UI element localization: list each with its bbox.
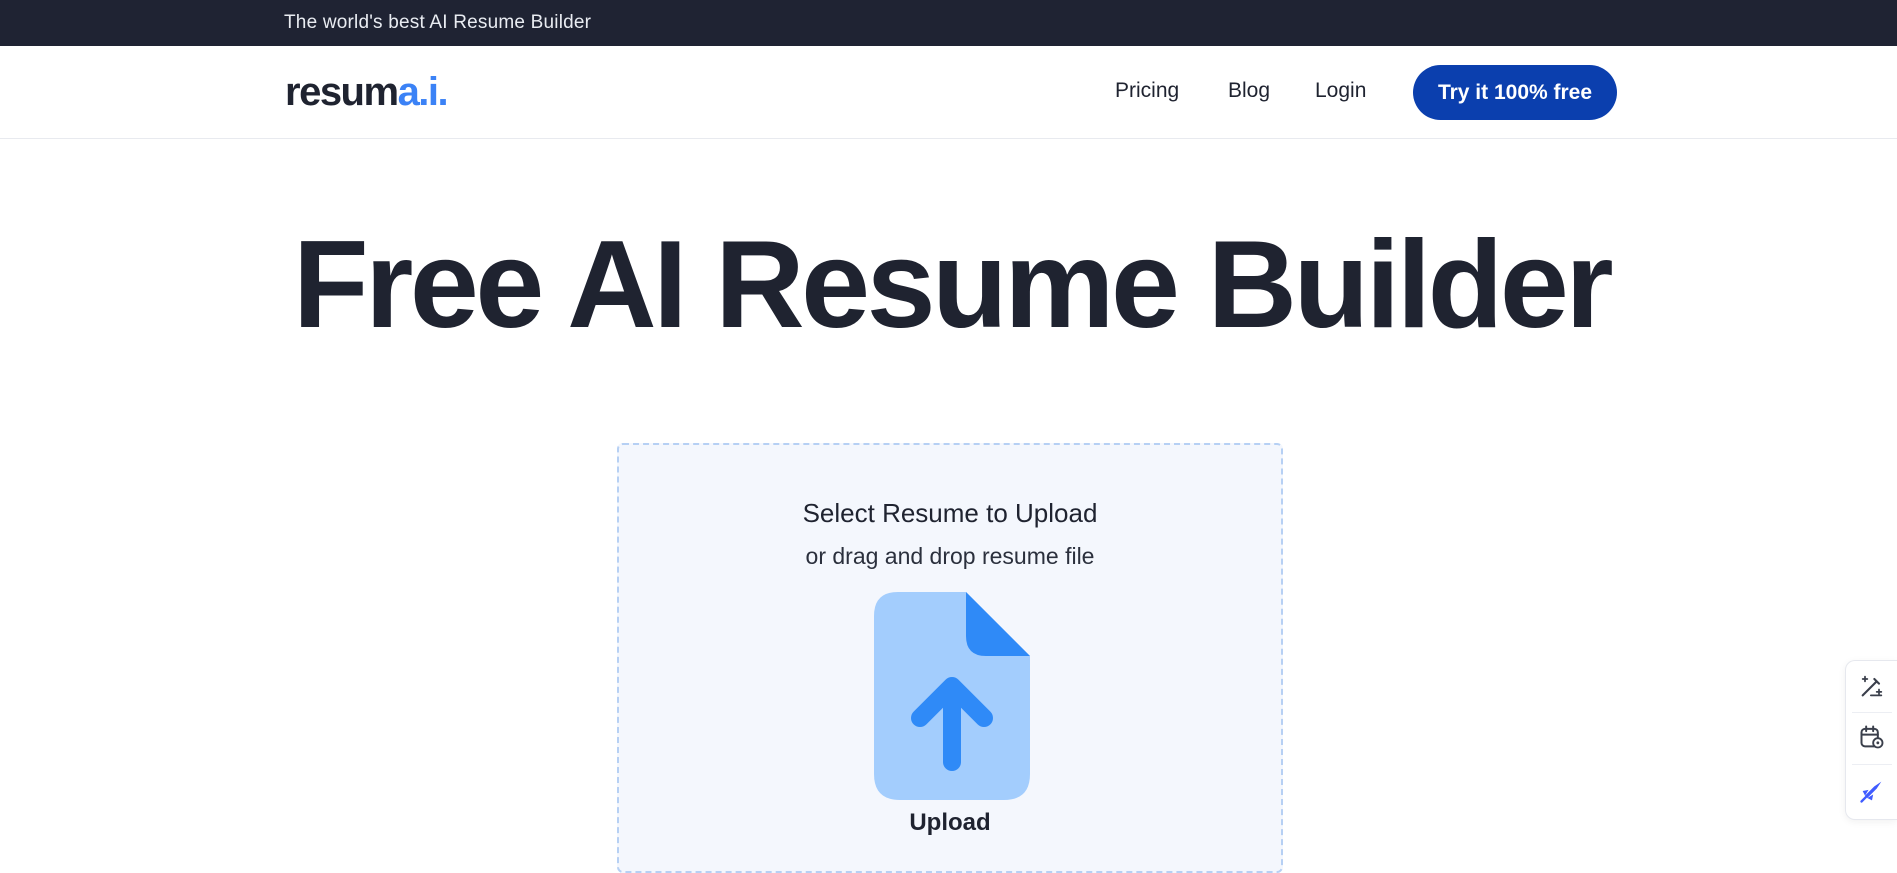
nav-link-pricing[interactable]: Pricing (1115, 78, 1179, 104)
upload-label[interactable]: Upload (619, 809, 1281, 837)
side-toolbar (1845, 660, 1897, 820)
logo[interactable]: resuma.i. (285, 70, 449, 114)
resume-upload-dropzone[interactable]: Select Resume to Upload or drag and drop… (617, 443, 1283, 873)
calendar-settings-icon[interactable] (1858, 723, 1886, 751)
file-upload-icon[interactable] (874, 592, 1030, 800)
nav-link-login[interactable]: Login (1315, 78, 1366, 104)
upload-heading: Select Resume to Upload (802, 498, 1098, 528)
try-free-button[interactable]: Try it 100% free (1413, 65, 1617, 120)
announcement-bar: The world's best AI Resume Builder (0, 0, 1897, 46)
rocket-icon[interactable] (1858, 777, 1886, 805)
nav-link-blog[interactable]: Blog (1228, 78, 1270, 104)
hero-title: Free AI Resume Builder (292, 216, 1614, 354)
logo-accent: a.i. (397, 70, 449, 114)
navbar: resuma.i. Pricing Blog Login Try it 100%… (0, 46, 1897, 139)
announcement-text: The world's best AI Resume Builder (284, 12, 592, 33)
upload-subheading: or drag and drop resume file (805, 543, 1095, 569)
logo-main: resum (285, 70, 399, 114)
magic-edit-icon[interactable] (1858, 672, 1886, 700)
